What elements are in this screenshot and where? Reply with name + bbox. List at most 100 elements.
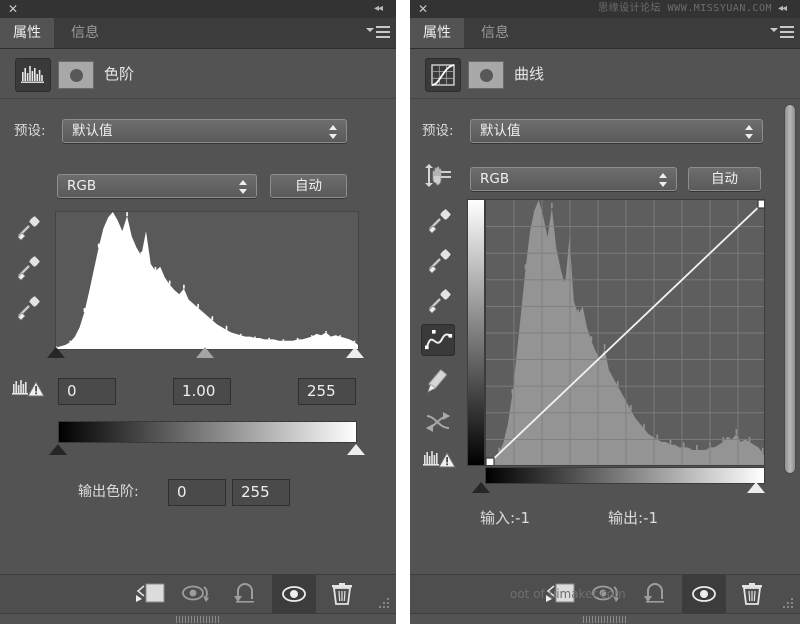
curve-output-readout: 输出:-1 [608,509,658,527]
eyedropper-white-point-icon[interactable] [421,284,455,316]
watermark-text: 思缘设计论坛 WWW.MISSYUAN.COM [598,3,772,14]
output-highlight-field[interactable]: 255 [232,479,290,506]
levels-panel-body: 预设: 默认值 RGB 自动 0 1.00 255 输出色阶: 0 255 [0,99,396,576]
histogram-warning-icon[interactable] [421,447,459,479]
channel-select[interactable]: RGB [470,167,677,191]
photoshop-properties-panels: ✕ ◂◂ 属性 信息 色阶 预设: 默认值 RGB 自动 0 1.00 255 … [0,0,800,624]
panel-menu-icon[interactable] [770,24,794,40]
scrollbar-thumb[interactable] [785,105,795,473]
curve-white-point-slider[interactable] [747,482,765,493]
output-gradient-bar[interactable] [58,421,357,443]
menu-bars-icon [376,26,390,41]
white-point-slider[interactable] [346,347,364,358]
panel-resize-grip[interactable] [782,596,796,610]
menu-bars-icon [780,26,794,41]
page-title: 曲线 [514,65,545,83]
eyedropper-white-point-icon[interactable] [10,291,44,323]
channel-value: RGB [67,178,97,194]
curve-output-label: 输出: [608,509,644,527]
preset-value: 默认值 [72,123,113,139]
eyedropper-gray-point-icon[interactable] [421,244,455,276]
levels-properties-panel: ✕ ◂◂ 属性 信息 色阶 预设: 默认值 RGB 自动 0 1.00 255 … [0,0,398,624]
levels-histogram[interactable] [55,211,359,350]
input-midtone-field[interactable]: 1.00 [173,378,231,405]
collapse-double-arrow-icon[interactable]: ◂◂ [374,2,390,15]
delete-button[interactable] [730,575,774,613]
output-shadow-slider[interactable] [49,444,67,455]
tab-properties[interactable]: 属性 [0,18,54,48]
preset-select[interactable]: 默认值 [470,119,763,143]
layer-mask-thumbnail[interactable] [468,61,504,89]
preset-value: 默认值 [480,123,521,139]
left-panel-tabstrip: 属性 信息 [0,18,396,49]
toggle-visibility-button[interactable] [272,575,316,613]
clip-to-layer-button[interactable] [128,575,172,613]
smooth-curve-icon[interactable] [421,406,455,438]
input-highlight-field[interactable]: 255 [298,378,356,405]
left-panel-footer [0,614,396,624]
left-panel-toolbar [0,574,396,614]
right-panel-tabstrip: 属性 信息 [410,18,800,49]
curves-adjustment-header: 曲线 [410,49,800,99]
curves-icon [425,58,461,92]
auto-button[interactable]: 自动 [270,174,347,198]
output-shadow-field[interactable]: 0 [168,479,226,506]
input-shadow-field[interactable]: 0 [58,378,116,405]
right-panel-toolbar: oot of uimaker.com [410,574,800,614]
histogram-warning-icon[interactable] [10,376,45,408]
collapse-double-arrow-icon[interactable]: ◂◂ [778,2,794,15]
chevron-updown-icon [329,124,338,140]
eyedropper-gray-point-icon[interactable] [10,251,44,283]
chevron-down-icon [770,28,778,32]
curve-black-point-slider[interactable] [472,482,490,493]
close-icon[interactable]: ✕ [417,3,429,15]
channel-select[interactable]: RGB [57,174,257,198]
chevron-updown-icon [239,179,248,195]
mask-dot-icon [479,68,493,82]
pencil-icon[interactable] [421,366,455,398]
preset-select[interactable]: 默认值 [62,119,347,143]
output-highlight-slider[interactable] [347,444,365,455]
page-title: 色阶 [104,65,135,83]
view-previous-state-button[interactable] [176,575,220,613]
eyedropper-black-point-icon[interactable] [10,211,44,243]
delete-button[interactable] [320,575,364,613]
mask-dot-icon [69,68,83,82]
eyedropper-black-point-icon[interactable] [421,204,455,236]
curve-point-icon[interactable] [421,324,455,356]
auto-button[interactable]: 自动 [688,167,761,191]
panel-menu-icon[interactable] [366,24,390,40]
channel-value: RGB [480,171,510,187]
hand-adjust-icon[interactable] [421,161,461,193]
reset-button[interactable] [224,575,268,613]
output-levels-label: 输出色阶: [78,484,139,500]
curve-grid[interactable] [485,199,765,466]
tab-info[interactable]: 信息 [468,18,522,48]
toggle-visibility-button[interactable] [682,575,726,613]
curves-graph[interactable] [467,199,765,484]
reset-button[interactable] [634,575,678,613]
midtone-slider[interactable] [196,347,214,358]
curve-output-value: -1 [643,509,659,527]
drag-grip[interactable] [583,616,627,623]
preset-label: 预设: [422,123,454,139]
panel-scrollbar[interactable] [784,104,796,474]
left-panel-titlebar: ✕ ◂◂ [0,0,396,18]
curve-input-label: 输入: [480,509,516,527]
curves-panel-body: 预设: 默认值 RGB 自动 输入:-1 输出:-1 [410,99,800,576]
black-point-slider[interactable] [47,347,65,358]
chevron-down-icon [366,28,374,32]
right-panel-footer [410,614,800,624]
tab-properties[interactable]: 属性 [410,18,464,48]
levels-icon [15,58,51,92]
curve-input-readout: 输入:-1 [480,509,530,527]
close-icon[interactable]: ✕ [7,3,19,15]
curve-input-value: -1 [515,509,531,527]
drag-grip[interactable] [176,616,220,623]
levels-adjustment-header: 色阶 [0,49,396,99]
panel-resize-grip[interactable] [378,596,392,610]
tab-info[interactable]: 信息 [58,18,112,48]
preset-label: 预设: [14,123,46,139]
layer-mask-thumbnail[interactable] [58,61,94,89]
chevron-updown-icon [659,172,668,188]
